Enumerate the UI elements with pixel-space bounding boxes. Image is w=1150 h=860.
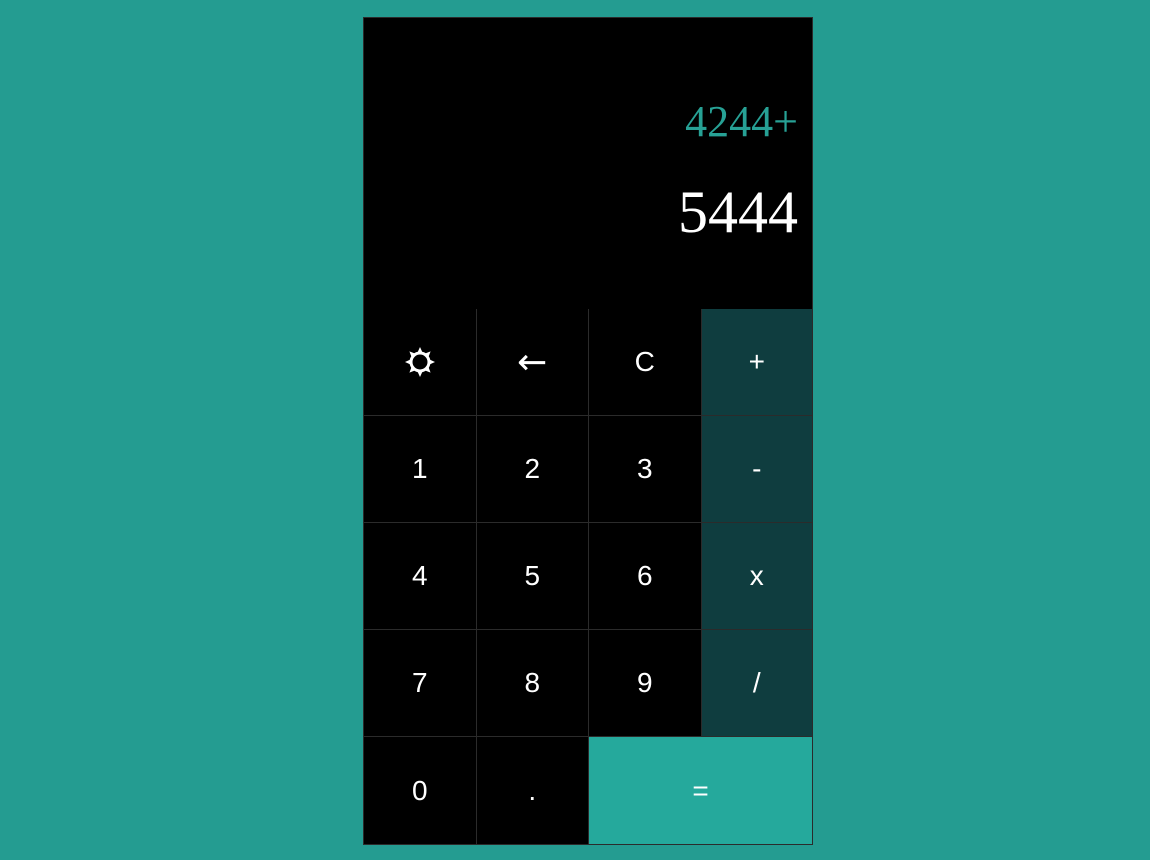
current-value: 5444 xyxy=(678,179,798,245)
digit-5-button[interactable]: 5 xyxy=(476,523,589,630)
digit-4-button[interactable]: 4 xyxy=(364,523,477,630)
calculator: 4244+ 5444 ← C + 1 2 3 - 4 5 6 x 7 8 9 /… xyxy=(363,17,813,845)
digit-3-button[interactable]: 3 xyxy=(589,416,702,523)
theme-toggle-button[interactable] xyxy=(364,309,477,416)
equals-button[interactable]: = xyxy=(589,737,812,844)
digit-7-button[interactable]: 7 xyxy=(364,630,477,737)
digit-8-button[interactable]: 8 xyxy=(476,630,589,737)
display: 4244+ 5444 xyxy=(364,18,812,309)
digit-9-button[interactable]: 9 xyxy=(589,630,702,737)
previous-operation: 4244+ xyxy=(685,97,798,146)
decimal-button[interactable]: . xyxy=(476,737,589,844)
minus-button[interactable]: - xyxy=(701,416,812,523)
digit-2-button[interactable]: 2 xyxy=(476,416,589,523)
backspace-button[interactable]: ← xyxy=(476,309,589,416)
digit-6-button[interactable]: 6 xyxy=(589,523,702,630)
clear-button[interactable]: C xyxy=(589,309,702,416)
digit-0-button[interactable]: 0 xyxy=(364,737,477,844)
sun-icon xyxy=(404,347,435,377)
keypad: ← C + 1 2 3 - 4 5 6 x 7 8 9 / 0 . = xyxy=(364,309,812,844)
multiply-button[interactable]: x xyxy=(701,523,812,630)
plus-button[interactable]: + xyxy=(701,309,812,416)
digit-1-button[interactable]: 1 xyxy=(364,416,477,523)
divide-button[interactable]: / xyxy=(701,630,812,737)
